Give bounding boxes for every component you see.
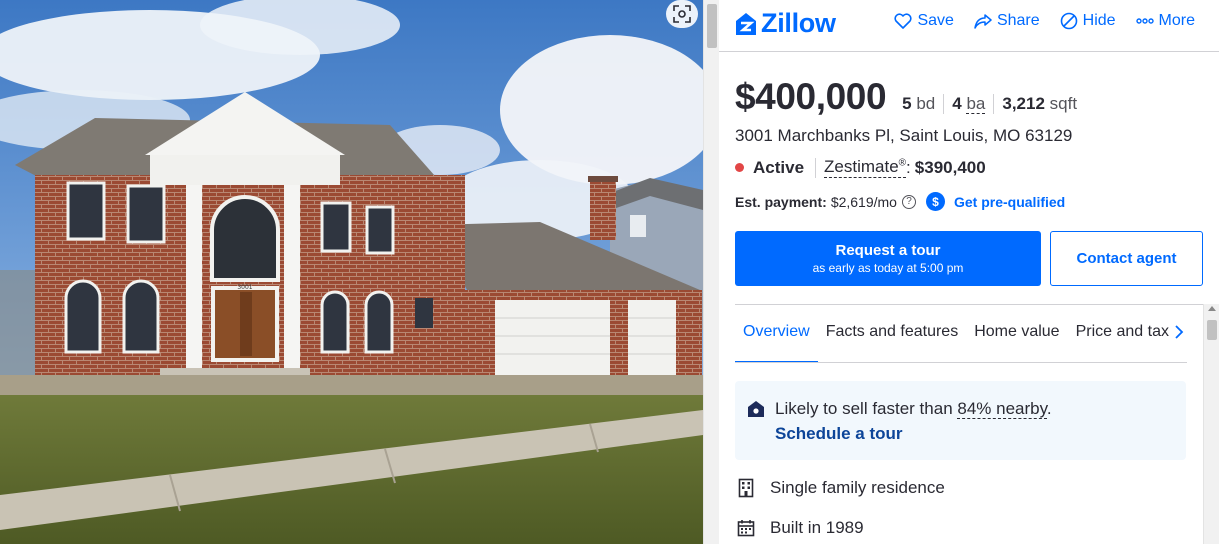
status-row: Active Zestimate®: $390,400 <box>735 157 986 178</box>
zillow-logo[interactable]: Zillow <box>735 8 836 39</box>
header: Zillow Save Share Hide More <box>719 0 1219 52</box>
more-icon <box>1135 18 1154 24</box>
sell-faster-prefix: Likely to sell faster than <box>775 399 958 418</box>
sell-faster-text: Likely to sell faster than 84% nearby. <box>775 399 1052 419</box>
listing-details-pane: Overview Facts and features Home value P… <box>735 304 1203 544</box>
save-button[interactable]: Save <box>894 12 954 30</box>
zestimate-colon: : <box>906 157 911 177</box>
zestimate-value: $390,400 <box>914 157 986 177</box>
feature-year-built: Built in 1989 <box>735 518 864 538</box>
details-scrollbar[interactable] <box>1203 304 1219 544</box>
heart-icon <box>894 13 913 29</box>
baths-fact[interactable]: 4 ba <box>943 94 993 114</box>
sell-faster-callout: Likely to sell faster than 84% nearby. S… <box>735 381 1186 460</box>
status-dot-icon <box>735 163 744 172</box>
payment-row: Est. payment: $2,619/mo ? $ Get pre-qual… <box>735 192 1065 211</box>
expand-icon <box>673 5 691 23</box>
get-prequalified-link[interactable]: Get pre-qualified <box>954 194 1065 210</box>
calendar-icon <box>737 520 755 537</box>
sell-faster-suffix: . <box>1046 399 1052 418</box>
zestimate-label[interactable]: Zestimate® <box>824 157 907 178</box>
listing-photo[interactable]: 3001 <box>0 0 703 544</box>
zestimate-registered-mark: ® <box>898 157 907 169</box>
save-label: Save <box>917 12 954 29</box>
hide-button[interactable]: Hide <box>1060 12 1116 30</box>
scroll-up-arrow-icon[interactable] <box>1208 306 1216 311</box>
hide-label: Hide <box>1082 12 1116 29</box>
payment-value: $2,619/mo <box>830 193 897 210</box>
baths-value: 4 <box>952 94 962 113</box>
share-label: Share <box>996 12 1040 29</box>
sqft-value: 3,212 <box>1002 94 1045 113</box>
feature-home-type-label: Single family residence <box>770 478 945 497</box>
tabs-scroll-right-button[interactable] <box>1169 320 1189 344</box>
nearby-percent[interactable]: 84% nearby <box>957 399 1047 419</box>
hide-icon <box>1060 12 1077 30</box>
beds-fact: 5 bd <box>902 94 943 114</box>
request-tour-button[interactable]: Request a tour as early as today at 5:00… <box>735 231 1041 286</box>
baths-unit: ba <box>966 94 986 114</box>
beds-value: 5 <box>902 94 912 113</box>
house-badge-icon <box>748 401 764 417</box>
more-label: More <box>1158 12 1195 29</box>
price-row: $400,000 5 bd 4 ba 3,212 sqft <box>735 76 1085 118</box>
tab-home-value[interactable]: Home value <box>966 305 1067 362</box>
tab-overview[interactable]: Overview <box>735 305 818 362</box>
photo-expand-button[interactable] <box>666 0 698 28</box>
beds-unit: bd <box>916 94 936 113</box>
feature-home-type: Single family residence <box>735 478 945 498</box>
help-icon[interactable]: ? <box>901 194 916 209</box>
listing-address: 3001 Marchbanks Pl, Saint Louis, MO 6312… <box>735 126 1073 145</box>
schedule-tour-link[interactable]: Schedule a tour <box>775 424 903 444</box>
details-scrollbar-thumb[interactable] <box>1207 320 1217 340</box>
detail-tabs: Overview Facts and features Home value P… <box>735 305 1187 363</box>
feature-year-built-label: Built in 1989 <box>770 518 864 537</box>
request-tour-sublabel: as early as today at 5:00 pm <box>812 261 964 275</box>
sqft-fact: 3,212 sqft <box>993 94 1085 114</box>
zillow-logo-icon <box>736 12 756 35</box>
tab-facts-and-features[interactable]: Facts and features <box>818 305 967 362</box>
house-photo-illustration: 3001 <box>0 0 703 544</box>
zillow-logo-text: Zillow <box>761 8 836 38</box>
request-tour-label: Request a tour <box>835 242 941 259</box>
house-number-plaque: 3001 <box>237 284 252 291</box>
status-divider <box>815 157 817 178</box>
payment-label: Est. payment: <box>735 193 827 210</box>
contact-agent-button[interactable]: Contact agent <box>1050 231 1203 286</box>
status-label: Active <box>753 157 805 177</box>
chevron-right-icon <box>1175 325 1184 339</box>
header-actions: Save Share Hide More <box>894 12 1195 30</box>
zestimate-label-text: Zestimate <box>824 157 899 176</box>
dollar-icon: $ <box>925 192 945 211</box>
listing-price: $400,000 <box>735 76 887 117</box>
bed-bath-sqft: 5 bd 4 ba 3,212 sqft <box>902 94 1085 114</box>
photo-scrollbar[interactable] <box>703 0 719 544</box>
sqft-unit: sqft <box>1049 94 1078 113</box>
photo-scrollbar-thumb[interactable] <box>707 4 717 48</box>
more-button[interactable]: More <box>1135 12 1195 30</box>
share-button[interactable]: Share <box>974 12 1040 30</box>
building-icon <box>738 478 754 498</box>
share-icon <box>974 14 992 29</box>
